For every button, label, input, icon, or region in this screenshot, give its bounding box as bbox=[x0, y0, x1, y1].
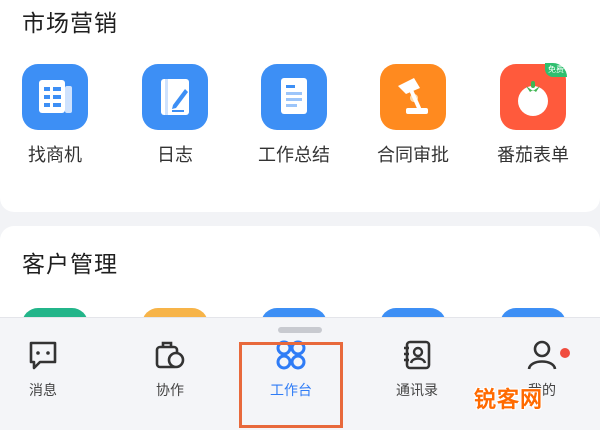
message-icon bbox=[29, 341, 57, 370]
report-icon bbox=[261, 64, 327, 130]
free-badge: 免费 bbox=[545, 63, 567, 77]
section-title-customer: 客户管理 bbox=[22, 252, 118, 278]
workbench-highlight-box bbox=[239, 342, 343, 428]
app-work-summary[interactable]: 工作总结 bbox=[244, 64, 344, 167]
notebook-pen-icon bbox=[142, 64, 208, 130]
watermark: 锐客网 bbox=[474, 388, 544, 413]
app-daily-log[interactable]: 日志 bbox=[125, 64, 225, 167]
app-label: 番茄表单 bbox=[497, 145, 569, 166]
tab-label: 协作 bbox=[156, 383, 184, 399]
tab-contacts[interactable]: 通讯录 bbox=[362, 338, 472, 400]
app-contract-approval[interactable]: 合同审批 bbox=[363, 64, 463, 167]
tab-collaboration[interactable]: 协作 bbox=[115, 338, 225, 400]
desk-lamp-icon bbox=[380, 64, 446, 130]
app-label: 日志 bbox=[157, 145, 193, 166]
market-section: 市场营销 找商机 日志 工作总结 合同审批 免费 番茄表单 bbox=[0, 0, 600, 212]
notification-dot bbox=[560, 348, 570, 358]
app-label: 工作总结 bbox=[258, 145, 330, 166]
tab-label: 消息 bbox=[29, 383, 57, 399]
app-find-opportunity[interactable]: 找商机 bbox=[5, 64, 105, 167]
profile-icon bbox=[527, 340, 557, 370]
tab-messages[interactable]: 消息 bbox=[0, 338, 98, 400]
collaboration-icon bbox=[155, 341, 185, 369]
tomato-icon: 免费 bbox=[500, 63, 567, 130]
document-list-icon bbox=[22, 64, 88, 130]
app-tomato-form[interactable]: 免费 番茄表单 bbox=[483, 63, 583, 167]
contacts-icon bbox=[404, 340, 431, 370]
app-label: 合同审批 bbox=[377, 145, 449, 166]
tab-label: 通讯录 bbox=[396, 383, 438, 399]
app-label: 找商机 bbox=[28, 145, 82, 166]
drag-handle[interactable] bbox=[278, 327, 322, 333]
section-title-market: 市场营销 bbox=[22, 11, 118, 37]
